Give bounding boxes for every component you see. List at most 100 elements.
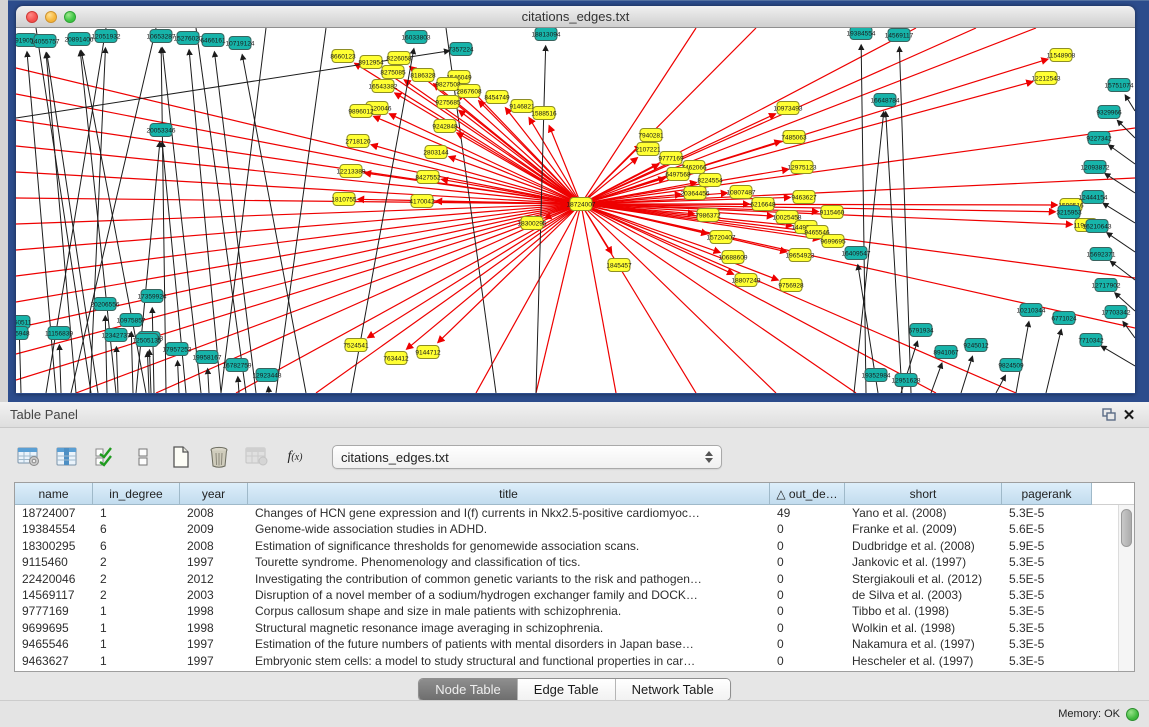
graph-node[interactable]: 9115460 [820, 206, 845, 219]
column-header-in_degree[interactable]: in_degree [93, 483, 180, 505]
graph-node[interactable]: 16648784 [871, 94, 900, 107]
graph-node[interactable]: 9242848 [432, 120, 458, 133]
tab-edge-table[interactable]: Edge Table [518, 679, 616, 700]
graph-node[interactable]: 12923448 [253, 369, 282, 382]
scrollbar-thumb[interactable] [1121, 509, 1132, 547]
graph-node[interactable]: 18813094 [532, 28, 561, 41]
graph-node[interactable]: 9777169 [658, 152, 684, 165]
graph-node[interactable]: 10210344 [1017, 304, 1046, 317]
graph-node[interactable]: 2867608 [456, 85, 482, 98]
graph-node[interactable]: 16543382 [369, 80, 398, 93]
graph-node[interactable]: 17703342 [1102, 306, 1131, 319]
graph-node[interactable]: 11156839 [45, 327, 73, 340]
graph-node[interactable]: 9144712 [415, 346, 441, 359]
graph-node[interactable]: 10973493 [774, 102, 803, 115]
graph-node[interactable]: 7986372 [695, 209, 721, 222]
table-vertical-scrollbar[interactable] [1118, 505, 1134, 671]
float-panel-icon[interactable] [1099, 406, 1119, 424]
graph-node[interactable]: 7940281 [638, 129, 664, 142]
graph-node[interactable]: 12505135 [133, 334, 162, 347]
graph-node[interactable]: 9329966 [1096, 106, 1122, 119]
select-all-icon[interactable] [90, 443, 120, 471]
graph-node[interactable]: 10807487 [727, 186, 756, 199]
column-header-pagerank[interactable]: pagerank [1002, 483, 1092, 505]
table-row[interactable]: 2242004622012Investigating the contribut… [15, 571, 1134, 587]
graph-node[interactable]: 6466161 [200, 34, 226, 47]
show-columns-icon[interactable] [52, 443, 82, 471]
graph-node[interactable]: 7524541 [343, 339, 369, 352]
graph-node[interactable]: 18300295 [518, 217, 547, 230]
graph-node[interactable]: 19352984 [862, 369, 891, 382]
graph-node[interactable]: 18807249 [732, 274, 761, 287]
close-panel-icon[interactable]: ✕ [1119, 406, 1139, 424]
column-header-title[interactable]: title [248, 483, 770, 505]
graph-node[interactable]: 7634412 [383, 352, 409, 365]
graph-node[interactable]: 8427552 [415, 171, 441, 184]
graph-node[interactable]: 2803144 [423, 146, 449, 159]
table-row[interactable]: 1456911722003Disruption of a novel membe… [15, 587, 1134, 603]
table-row[interactable]: 969969511998Structural magnetic resonanc… [15, 620, 1134, 636]
close-window-button[interactable] [26, 11, 38, 23]
graph-node[interactable]: 20364456 [681, 187, 710, 200]
graph-node[interactable]: 8275085 [380, 66, 406, 79]
graph-node[interactable]: 20206556 [91, 298, 120, 311]
graph-node[interactable]: 12093872 [1081, 161, 1110, 174]
table-row[interactable]: 946554611997Estimation of the future num… [15, 636, 1134, 652]
graph-node[interactable]: 8941067 [933, 346, 959, 359]
delete-table-icon[interactable] [204, 443, 234, 471]
unselect-all-icon[interactable] [128, 443, 158, 471]
graph-node[interactable]: 6771024 [1051, 312, 1077, 325]
graph-node[interactable]: 9896012 [348, 105, 374, 118]
graph-node[interactable]: 16210643 [1083, 220, 1112, 233]
table-row[interactable]: 1830029562008Estimation of significance … [15, 538, 1134, 554]
column-header-short[interactable]: short [845, 483, 1002, 505]
graph-node[interactable]: 16033803 [402, 31, 431, 44]
graph-node[interactable]: 17957253 [163, 343, 192, 356]
graph-node[interactable]: 8186328 [410, 69, 436, 82]
graph-node[interactable]: 8454749 [484, 91, 510, 104]
graph-node[interactable]: 9463627 [791, 191, 817, 204]
graph-node[interactable]: 12051932 [92, 30, 121, 43]
memory-status-indicator[interactable] [1126, 708, 1139, 721]
graph-node[interactable]: 20053346 [147, 124, 176, 137]
column-header-year[interactable]: year [180, 483, 248, 505]
graph-node[interactable]: 20891406 [65, 33, 94, 46]
graph-node[interactable]: 16782759 [223, 359, 252, 372]
graph-node[interactable]: 17359924 [138, 290, 167, 303]
graph-node[interactable]: 19958167 [193, 351, 222, 364]
table-row[interactable]: 1872400712008Changes of HCN gene express… [15, 505, 1134, 521]
graph-node[interactable]: 12342737 [102, 329, 131, 342]
network-window-titlebar[interactable]: citations_edges.txt [16, 6, 1135, 28]
graph-node[interactable]: 2107221 [635, 143, 661, 156]
graph-node[interactable]: 8224554 [697, 174, 723, 187]
table-selector-dropdown[interactable]: citations_edges.txt [332, 445, 722, 469]
graph-node[interactable]: 10653287 [147, 30, 176, 43]
graph-node[interactable]: 7485063 [781, 131, 807, 144]
table-row[interactable]: 911546021997Tourette syndrome. Phenomeno… [15, 554, 1134, 570]
graph-node[interactable]: 14569117 [885, 29, 914, 42]
graph-node[interactable]: 1810755 [331, 193, 357, 206]
table-settings-icon[interactable] [14, 443, 44, 471]
graph-node[interactable]: 9756928 [778, 279, 804, 292]
graph-node[interactable]: 15276020 [174, 32, 203, 45]
network-canvas[interactable]: 1872400718300295866012389129548226058827… [16, 28, 1135, 393]
column-header-name[interactable]: name [15, 483, 93, 505]
graph-node[interactable]: 12444154 [1079, 191, 1108, 204]
graph-node[interactable]: 2718120 [345, 135, 371, 148]
zoom-window-button[interactable] [64, 11, 76, 23]
graph-node[interactable]: 10975857 [117, 314, 146, 327]
table-row[interactable]: 946362711997Embryonic stem cells: a mode… [15, 653, 1134, 669]
graph-node[interactable]: 9699695 [820, 235, 846, 248]
graph-node[interactable]: 12975123 [788, 161, 817, 174]
graph-node[interactable]: 10688609 [719, 251, 748, 264]
graph-node[interactable]: 7710342 [1078, 334, 1104, 347]
graph-node[interactable]: 15692371 [1087, 248, 1116, 261]
graph-node[interactable]: 8660123 [330, 50, 356, 63]
graph-node[interactable]: 19654923 [786, 249, 815, 262]
graph-node[interactable]: 7357224 [448, 43, 474, 56]
graph-node[interactable]: 12951628 [892, 374, 921, 387]
graph-node[interactable]: 9227342 [1086, 132, 1112, 145]
minimize-window-button[interactable] [45, 11, 57, 23]
graph-node[interactable]: 18724007 [567, 198, 596, 211]
graph-node[interactable]: 15720407 [707, 231, 736, 244]
